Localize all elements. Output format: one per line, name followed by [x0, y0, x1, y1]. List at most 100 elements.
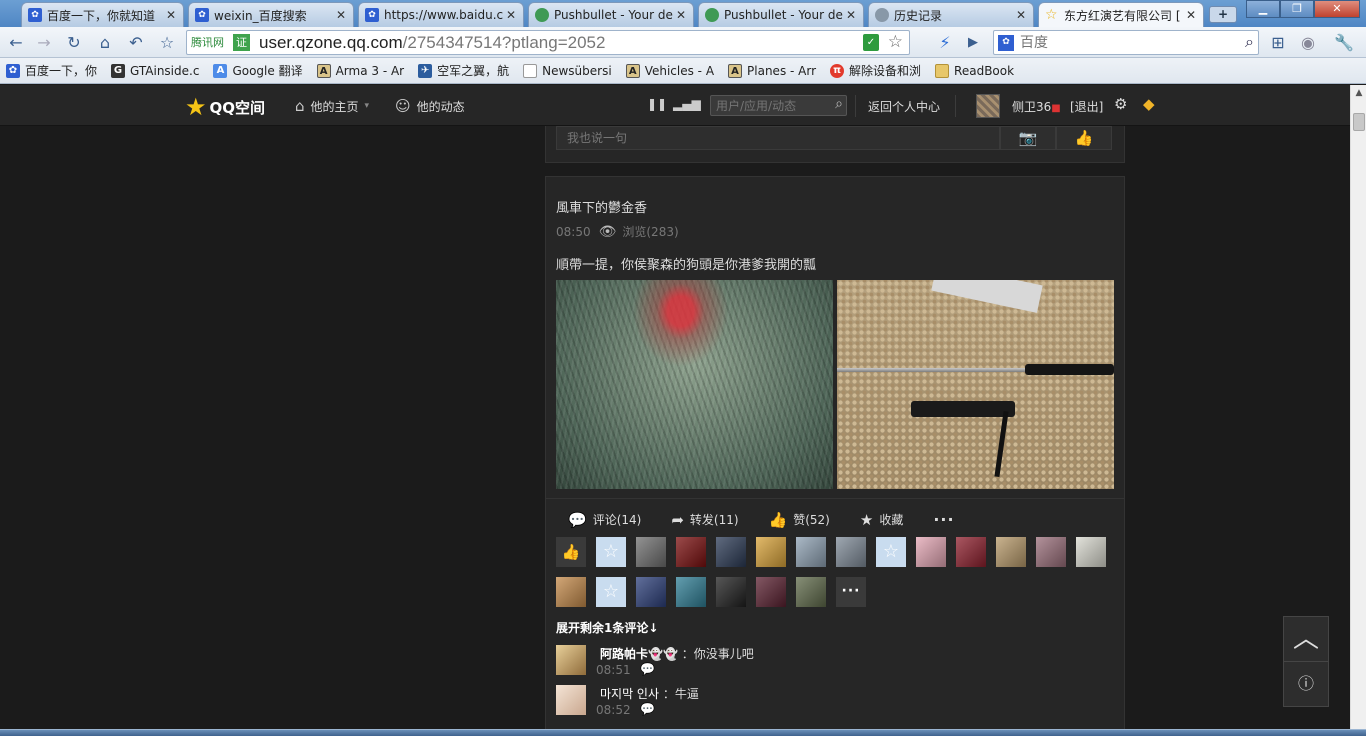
bookmark-item[interactable]: π 解除设备和浏 — [830, 62, 921, 79]
gear-icon[interactable]: ⚙ — [1114, 95, 1127, 113]
nav-his-home[interactable]: ⌂ 他的主页 ▾ — [295, 97, 369, 115]
reply-icon[interactable]: 💬 — [640, 662, 655, 676]
avatar[interactable] — [556, 645, 586, 675]
lightning-icon[interactable]: ⚡ — [934, 32, 956, 54]
browser-tab[interactable]: ✿ 百度一下，你就知道 ✕ — [21, 2, 184, 27]
thumb-up-icon[interactable]: 👍 — [1056, 126, 1112, 150]
back-to-center-link[interactable]: 返回个人中心 — [868, 98, 940, 115]
search-box[interactable]: ✿ ⌕ — [993, 30, 1259, 55]
bookmark-item[interactable]: ✈ 空军之翼，航 — [418, 62, 509, 79]
globe-icon[interactable]: ◉ — [1297, 32, 1319, 54]
avatar[interactable]: ☆ — [876, 537, 906, 567]
star-icon[interactable]: ☆ — [888, 31, 903, 54]
close-tab-icon[interactable]: ✕ — [165, 8, 177, 22]
pause-icon[interactable]: ❚❚ — [647, 94, 667, 114]
search-icon[interactable]: ⌕ — [835, 96, 843, 112]
like-quick-icon[interactable]: 👍 — [556, 537, 586, 567]
more-options-button[interactable]: ··· — [933, 510, 954, 529]
scrollbar-thumb[interactable] — [1353, 113, 1365, 131]
close-tab-icon[interactable]: ✕ — [675, 8, 687, 22]
comment-input[interactable]: 我也说一句 — [556, 126, 1000, 150]
search-icon[interactable]: ⌕ — [1245, 32, 1254, 52]
back-to-top-icon[interactable]: ︿ — [1283, 616, 1329, 662]
close-window-icon[interactable]: ✕ — [1314, 0, 1360, 18]
bookmark-item[interactable]: A Planes - Arr — [728, 63, 816, 78]
browser-tab[interactable]: Pushbullet - Your de ✕ — [698, 2, 864, 27]
forward-arrow-icon[interactable]: → — [33, 32, 55, 54]
close-tab-icon[interactable]: ✕ — [335, 8, 347, 22]
bookmark-item[interactable]: A Google 翻译 — [213, 62, 303, 79]
logout-link[interactable]: [退出] — [1070, 98, 1103, 115]
qzone-search[interactable]: ⌕ — [710, 95, 847, 116]
address-bar[interactable]: 腾讯网 证 user.qzone.qq.com/2754347514?ptlan… — [186, 30, 910, 55]
avatar[interactable] — [956, 537, 986, 567]
bookmark-folder[interactable]: ReadBook — [935, 63, 1014, 78]
avatar[interactable] — [676, 537, 706, 567]
restore-icon[interactable]: ❐ — [1280, 0, 1314, 18]
page-scrollbar[interactable]: ▲ — [1350, 85, 1366, 736]
feedback-icon[interactable]: ⓘ — [1283, 661, 1329, 707]
post-author[interactable]: 風車下的鬱金香 — [556, 197, 647, 216]
browser-tab[interactable]: 历史记录 ✕ — [868, 2, 1034, 27]
avatar[interactable] — [556, 685, 586, 715]
avatar[interactable] — [716, 577, 746, 607]
avatar[interactable] — [716, 537, 746, 567]
avatar[interactable] — [976, 94, 1000, 118]
bar-chart-icon[interactable]: ▂▄▆ — [673, 94, 701, 114]
expand-comments-link[interactable]: 展开剩余1条评论↓ — [556, 619, 658, 636]
close-tab-icon[interactable]: ✕ — [1185, 8, 1197, 22]
avatar[interactable] — [636, 537, 666, 567]
bookmark-item[interactable]: G GTAinside.c — [111, 63, 199, 78]
reply-icon[interactable]: 💬 — [640, 702, 655, 716]
forward-button[interactable]: ➦ 转发(11) — [671, 511, 738, 529]
browser-tab-active[interactable]: ☆ 东方红演艺有限公司 [✕ — [1038, 2, 1204, 27]
bookmark-item[interactable]: A Vehicles - A — [625, 63, 714, 78]
avatar[interactable] — [556, 577, 586, 607]
extensions-icon[interactable]: ⊞ — [1267, 32, 1289, 54]
browser-tab[interactable]: Pushbullet - Your de ✕ — [528, 2, 694, 27]
avatar[interactable] — [916, 537, 946, 567]
scroll-up-icon[interactable]: ▲ — [1351, 85, 1366, 101]
avatar[interactable] — [996, 537, 1026, 567]
avatar[interactable] — [1076, 537, 1106, 567]
avatar[interactable] — [636, 577, 666, 607]
post-photo-head[interactable] — [556, 280, 833, 489]
avatar[interactable] — [796, 537, 826, 567]
close-tab-icon[interactable]: ✕ — [845, 8, 857, 22]
bookmark-item[interactable]: A Arma 3 - Ar — [316, 63, 404, 78]
undo-icon[interactable]: ↶ — [125, 32, 147, 54]
minimize-icon[interactable]: ▁ — [1246, 0, 1280, 18]
post-photo-baton[interactable] — [837, 280, 1114, 489]
qzone-search-input[interactable] — [716, 98, 826, 114]
back-arrow-icon[interactable]: ← — [5, 32, 27, 54]
comment-button[interactable]: 💬 评论(14) — [568, 511, 641, 529]
close-tab-icon[interactable]: ✕ — [1015, 8, 1027, 22]
like-button[interactable]: 👍 赞(52) — [769, 511, 830, 529]
new-tab-button[interactable]: + — [1209, 6, 1237, 23]
avatar[interactable] — [836, 537, 866, 567]
qzone-logo[interactable]: ★ QQ空间 — [185, 93, 265, 121]
avatar[interactable] — [756, 537, 786, 567]
reload-icon[interactable]: ↻ — [63, 32, 85, 54]
avatar[interactable]: ☆ — [596, 577, 626, 607]
bookmark-item[interactable]: Newsübersi — [523, 63, 612, 78]
close-tab-icon[interactable]: ✕ — [505, 8, 517, 22]
more-likers-button[interactable]: ··· — [836, 577, 866, 607]
avatar[interactable] — [756, 577, 786, 607]
avatar[interactable] — [796, 577, 826, 607]
avatar[interactable] — [676, 577, 706, 607]
username-link[interactable]: 侧卫36■ — [1012, 98, 1061, 115]
bookmark-item[interactable]: ✿ 百度一下，你 — [6, 62, 97, 79]
browser-tab[interactable]: ✿ weixin_百度搜索 ✕ — [188, 2, 354, 27]
avatar[interactable] — [1036, 537, 1066, 567]
browser-tab[interactable]: ✿ https://www.baidu.c ✕ — [358, 2, 524, 27]
play-icon[interactable]: ▶ — [962, 32, 984, 54]
camera-icon[interactable]: 📷 — [1000, 126, 1056, 150]
nav-his-feed[interactable]: ☺ 他的动态 — [395, 97, 465, 115]
wrench-icon[interactable]: 🔧 — [1333, 32, 1355, 54]
search-input[interactable] — [1020, 33, 1225, 52]
bookmark-star-icon[interactable]: ☆ — [156, 32, 178, 54]
diamond-icon[interactable]: ◆ — [1143, 95, 1155, 113]
shield-icon[interactable]: ✓ — [863, 34, 879, 51]
avatar[interactable]: ☆ — [596, 537, 626, 567]
